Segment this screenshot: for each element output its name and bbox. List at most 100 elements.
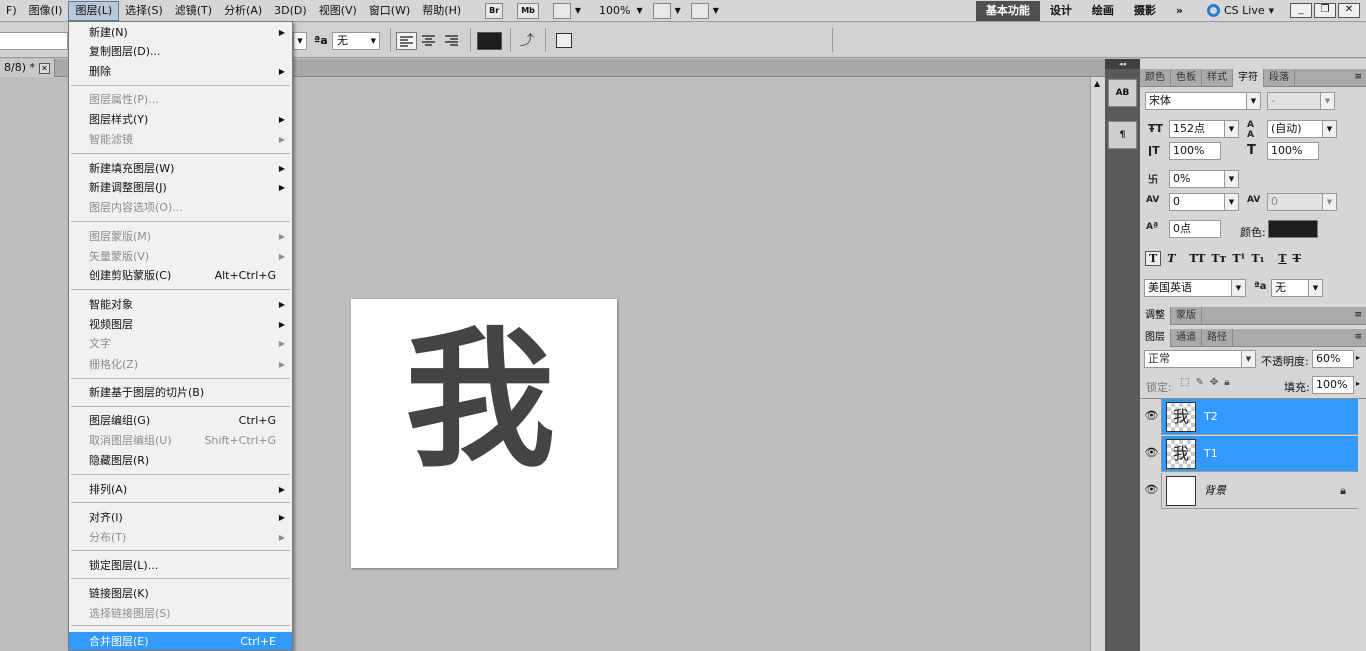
menu-item-arrange[interactable]: 排列(A) ▶ [69,480,292,500]
character-color-swatch[interactable] [1268,220,1318,238]
menu-item-create-clipping-mask[interactable]: 创建剪贴蒙版(C) Alt+Ctrl+G [69,266,292,286]
align-left-button[interactable] [396,32,417,50]
menu-item-layer-properties[interactable]: 图层属性(P)... [69,90,292,110]
menu-item-new-fill-layer[interactable]: 新建填充图层(W) ▶ [69,159,292,179]
close-icon[interactable]: ✕ [39,62,50,74]
leading-field[interactable]: (自动) ▼ [1267,120,1337,138]
tracking-field[interactable]: 0 ▼ [1267,193,1337,211]
lock-all-icon[interactable]: 🔒︎ [1224,377,1229,388]
tab-layers[interactable]: 图层 [1140,329,1171,347]
panel-menu-icon[interactable]: ≡ [1354,310,1362,320]
eye-icon[interactable]: 👁︎ [1142,473,1162,509]
menu-file[interactable]: F) [0,1,23,21]
screen-mode-icon[interactable] [690,2,709,19]
text-color-swatch[interactable] [477,32,502,50]
menu-item-layer-style[interactable]: 图层样式(Y) ▶ [69,110,292,130]
scroll-up-icon[interactable]: ▲ [1094,79,1100,88]
panel-menu-icon[interactable]: ≡ [1354,332,1362,342]
menu-item-duplicate-layer[interactable]: 复制图层(D)... [69,42,292,62]
arrange-documents-icon[interactable] [652,2,671,19]
document-tab[interactable]: 8/8) * ✕ [0,59,55,77]
chevron-down-icon[interactable]: ▼ [713,6,719,15]
menu-item-vector-mask[interactable]: 矢量蒙版(V) ▶ [69,247,292,267]
restore-button[interactable]: ❐ [1314,3,1336,18]
tab-styles[interactable]: 样式 [1202,69,1233,87]
menu-item-new-layer-based-slice[interactable]: 新建基于图层的切片(B) [69,383,292,403]
menu-item-type[interactable]: 文字 ▶ [69,334,292,354]
bridge-button[interactable]: Br [485,2,504,19]
menu-item-select-linked-layers[interactable]: 选择链接图层(S) [69,604,292,624]
minimize-button[interactable]: _ [1290,3,1312,18]
tab-swatches[interactable]: 色板 [1171,69,1202,87]
menu-item-new-adjustment-layer[interactable]: 新建调整图层(J) ▶ [69,178,292,198]
menu-item-delete[interactable]: 删除 ▶ [69,62,292,82]
menu-item-rasterize[interactable]: 栅格化(Z) ▶ [69,355,292,375]
menu-item-new[interactable]: 新建(N) ▶ [69,23,292,43]
tab-paragraph[interactable]: 段落 [1264,69,1295,87]
lock-transparent-icon[interactable]: ⬚ [1180,377,1189,388]
menu-item-smart-objects[interactable]: 智能对象 ▶ [69,295,292,315]
menu-item-layer-mask[interactable]: 图层蒙版(M) ▶ [69,227,292,247]
eye-icon[interactable]: 👁︎ [1142,436,1162,472]
language-select[interactable]: 美国英语 ▼ [1144,279,1246,297]
chevron-down-icon[interactable]: ▼ [636,6,642,15]
chevron-right-icon[interactable]: ▸ [1356,353,1360,362]
tsume-field[interactable]: 0% ▼ [1169,170,1239,188]
vertical-scale-field[interactable]: 100% [1169,142,1221,160]
workspace-photography[interactable]: 摄影 [1124,1,1166,21]
menu-layer[interactable]: 图层(L) [68,0,120,21]
close-button[interactable]: ✕ [1338,3,1360,18]
tool-preset-field[interactable] [0,32,68,50]
layer-row-background[interactable]: 👁︎ 背景 🔒︎ [1142,473,1358,509]
menu-item-merge-layers[interactable]: 合并图层(E) Ctrl+E [69,632,292,650]
font-style-select[interactable]: - ▼ [1267,92,1335,110]
font-size-dropdown[interactable]: ▼ [293,32,307,50]
tab-masks[interactable]: 蒙版 [1171,307,1202,325]
anti-alias-select[interactable]: 无 ▼ [1271,279,1323,297]
lock-image-icon[interactable]: ✎ [1195,377,1203,388]
paragraph-panel-icon[interactable]: ¶ [1108,121,1137,149]
chevron-right-icon[interactable]: ▸ [1356,379,1360,388]
menu-select[interactable]: 选择(S) [119,1,169,21]
workspace-essentials[interactable]: 基本功能 [975,0,1040,21]
menu-item-link-layers[interactable]: 链接图层(K) [69,584,292,604]
mini-bridge-button[interactable]: Mb [517,2,539,19]
font-size-field[interactable]: 152点 ▼ [1169,120,1239,138]
menu-view[interactable]: 视图(V) [313,1,363,21]
align-right-button[interactable] [442,32,463,50]
menu-item-align[interactable]: 对齐(I) ▶ [69,508,292,528]
menu-item-layer-content-options[interactable]: 图层内容选项(O)... [69,198,292,218]
superscript-button[interactable]: T¹ [1232,252,1245,265]
menu-item-distribute[interactable]: 分布(T) ▶ [69,528,292,548]
menu-3d[interactable]: 3D(D) [268,1,313,21]
blend-mode-select[interactable]: 正常 ▼ [1144,350,1256,368]
menu-item-ungroup-layers[interactable]: 取消图层编组(U) Shift+Ctrl+G [69,431,292,451]
font-family-select[interactable]: 宋体 ▼ [1145,92,1261,110]
menu-help[interactable]: 帮助(H) [416,1,467,21]
lock-position-icon[interactable]: ✥ [1210,377,1218,388]
menu-item-lock-layers[interactable]: 锁定图层(L)... [69,556,292,576]
baseline-shift-field[interactable]: 0点 [1169,220,1221,238]
all-caps-button[interactable]: TT [1189,252,1205,265]
strikethrough-button[interactable]: T [1293,252,1301,265]
layer-name[interactable]: T2 [1204,399,1218,435]
kerning-field[interactable]: 0 ▼ [1169,193,1239,211]
tab-paths[interactable]: 路径 [1202,329,1233,347]
chevron-down-icon[interactable]: ▼ [675,6,681,15]
panel-menu-icon[interactable]: ≡ [1354,72,1362,82]
menu-item-group-layers[interactable]: 图层编组(G) Ctrl+G [69,411,292,431]
menu-item-video-layers[interactable]: 视频图层 ▶ [69,315,292,335]
subscript-button[interactable]: T₁ [1251,252,1264,265]
character-panel-toggle-icon[interactable] [556,33,572,48]
character-panel-icon[interactable]: AB [1108,79,1137,107]
menu-item-smart-filter[interactable]: 智能滤镜 ▶ [69,130,292,150]
anti-alias-select[interactable]: 无 ▼ [332,32,380,50]
align-center-button[interactable] [419,32,440,50]
fill-field[interactable]: 100% [1312,376,1354,394]
layer-row-t1[interactable]: 👁︎ 我 T1 [1142,436,1358,472]
tab-character[interactable]: 字符 [1233,69,1264,87]
tab-channels[interactable]: 通道 [1171,329,1202,347]
collapse-icon[interactable]: ◂◂ [1105,59,1140,69]
eye-icon[interactable]: 👁︎ [1142,399,1162,435]
menu-analysis[interactable]: 分析(A) [218,1,268,21]
